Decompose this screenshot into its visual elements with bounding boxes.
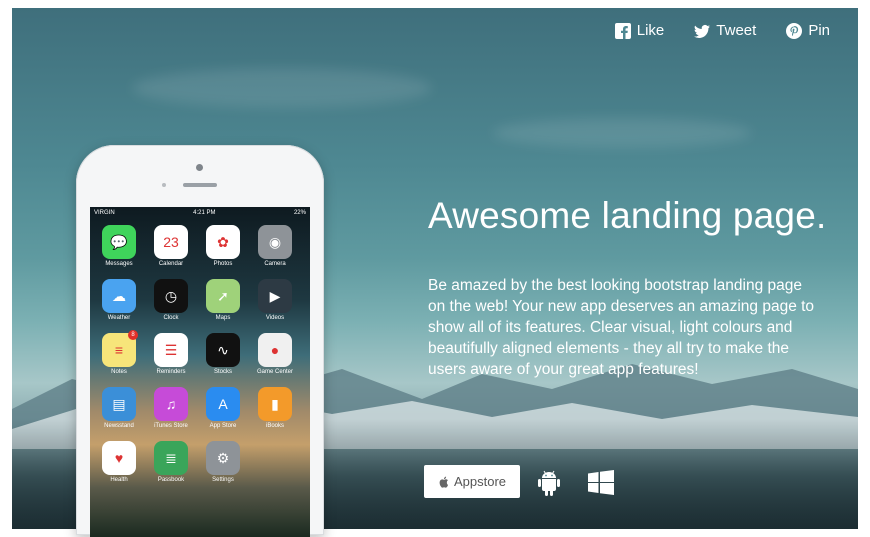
game-center-icon: ●	[258, 333, 292, 367]
app-photos[interactable]: ✿ Photos	[204, 225, 242, 267]
calendar-icon: 23	[154, 225, 188, 259]
phone-sensor	[162, 183, 166, 187]
app-calendar[interactable]: 23 Calendar	[152, 225, 190, 267]
app-label: Game Center	[256, 369, 293, 375]
app-messages[interactable]: 💬 Messages	[100, 225, 138, 267]
carrier-label: VIRGIN	[94, 210, 115, 216]
maps-icon: ➚	[206, 279, 240, 313]
app-label: Reminders	[156, 369, 186, 375]
app-label: iBooks	[265, 423, 284, 429]
app-label: Health	[110, 477, 128, 483]
app-label: Photos	[213, 261, 233, 267]
messages-icon: 💬	[102, 225, 136, 259]
app-label: Clock	[163, 315, 179, 321]
app-label: Stocks	[213, 369, 232, 375]
app-reminders[interactable]: ☰ Reminders	[152, 333, 190, 375]
app-label: Notes	[111, 369, 127, 375]
settings-icon: ⚙	[206, 441, 240, 475]
videos-icon: ▶	[258, 279, 292, 313]
app-ibooks[interactable]: ▮ iBooks	[256, 387, 294, 429]
phone-screen: VIRGIN 4:21 PM 22% 💬 Messages 23 Calendar ✿ P…	[90, 207, 310, 537]
app-label: Newsstand	[104, 423, 134, 429]
app-clock[interactable]: ◷ Clock	[152, 279, 190, 321]
app-camera[interactable]: ◉ Camera	[256, 225, 294, 267]
newsstand-icon: ▤	[102, 387, 136, 421]
photos-icon: ✿	[206, 225, 240, 259]
app-stocks[interactable]: ∿ Stocks	[204, 333, 242, 375]
battery-label: 22%	[293, 210, 306, 216]
health-icon: ♥	[102, 441, 136, 475]
phone-status-bar: VIRGIN 4:21 PM 22%	[90, 207, 310, 219]
facebook-like-button[interactable]: Like	[614, 22, 665, 39]
clock-icon: ◷	[154, 279, 188, 313]
app-label: Messages	[105, 261, 133, 267]
iphone-mockup: VIRGIN 4:21 PM 22% 💬 Messages 23 Calendar ✿ P…	[76, 145, 324, 537]
app-game-center[interactable]: ● Game Center	[256, 333, 294, 375]
weather-icon: ☁	[102, 279, 136, 313]
hero-description: Be amazed by the best looking bootstrap …	[428, 277, 815, 378]
hero-title: Awesome landing page.	[428, 195, 827, 236]
app-label: Calendar	[158, 261, 184, 267]
app-settings[interactable]: ⚙ Settings	[204, 441, 242, 483]
phone-speaker	[183, 183, 217, 187]
app-notes[interactable]: ≡ Notes 8	[100, 330, 138, 375]
app-maps[interactable]: ➚ Maps	[204, 279, 242, 321]
phone-camera	[196, 164, 203, 171]
app-label: Weather	[107, 315, 131, 321]
app-label: Passbook	[157, 477, 185, 483]
app-videos[interactable]: ▶ Videos	[256, 279, 294, 321]
app-store-icon: A	[206, 387, 240, 421]
appstore-label: Appstore	[453, 474, 507, 489]
app-itunes-store[interactable]: ♫ iTunes Store	[152, 387, 190, 429]
app-newsstand[interactable]: ▤ Newsstand	[100, 387, 138, 429]
app-health[interactable]: ♥ Health	[100, 441, 138, 483]
pinterest-pin-label: Pin	[808, 22, 830, 39]
apple-icon	[439, 476, 449, 488]
app-app-store[interactable]: A App Store	[204, 387, 242, 429]
app-label: Videos	[265, 315, 285, 321]
facebook-icon	[614, 22, 631, 39]
pinterest-pin-button[interactable]: Pin	[786, 22, 830, 39]
pinterest-icon	[786, 22, 803, 39]
app-label: Settings	[212, 477, 234, 483]
stocks-icon: ∿	[206, 333, 240, 367]
passbook-icon: ≣	[154, 441, 188, 475]
app-passbook[interactable]: ≣ Passbook	[152, 441, 190, 483]
app-label: iTunes Store	[154, 423, 188, 429]
ibooks-icon: ▮	[258, 387, 292, 421]
android-icon[interactable]	[538, 470, 560, 496]
twitter-tweet-label: Tweet	[716, 22, 757, 39]
app-grid: 💬 Messages 23 Calendar ✿ Photos ◉ Camera ☁ Weathe…	[100, 225, 294, 483]
twitter-tweet-button[interactable]: Tweet	[694, 22, 756, 39]
app-weather[interactable]: ☁ Weather	[100, 279, 138, 321]
notification-badge: 8	[128, 330, 138, 340]
app-label: Maps	[215, 315, 231, 321]
reminders-icon: ☰	[154, 333, 188, 367]
appstore-button[interactable]: Appstore	[424, 465, 520, 498]
itunes-icon: ♫	[154, 387, 188, 421]
app-label: Camera	[264, 261, 286, 267]
windows-icon[interactable]	[588, 470, 614, 495]
social-share-bar: Like Tweet Pin	[614, 22, 830, 39]
facebook-like-label: Like	[636, 22, 665, 39]
camera-icon: ◉	[258, 225, 292, 259]
twitter-icon	[694, 24, 711, 38]
time-label: 4:21 PM	[193, 210, 216, 216]
app-label: App Store	[209, 423, 237, 429]
